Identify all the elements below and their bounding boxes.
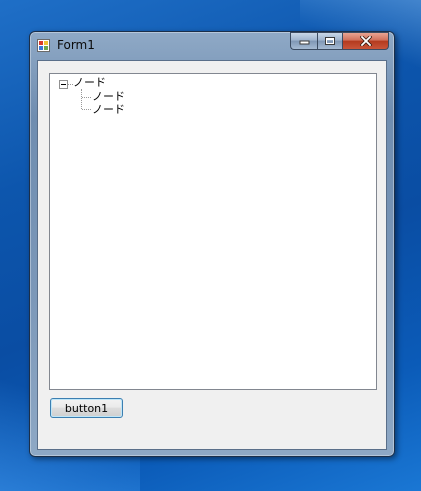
caption-buttons (290, 32, 389, 50)
collapse-toggle-icon[interactable] (59, 80, 68, 89)
close-icon (359, 36, 372, 46)
tree-connector-line (82, 109, 91, 111)
tree-node-child[interactable]: ノード (92, 90, 125, 104)
maximize-button[interactable] (317, 32, 343, 50)
minimize-icon (299, 40, 309, 45)
title-bar[interactable]: Form1 (30, 32, 394, 59)
app-icon[interactable] (37, 39, 50, 52)
close-button[interactable] (343, 32, 389, 50)
maximize-icon (325, 37, 335, 45)
minimize-button[interactable] (290, 32, 317, 50)
window-title: Form1 (57, 38, 95, 52)
form1-window: Form1 ノード ノード ノード button1 (29, 31, 395, 457)
button1[interactable]: button1 (50, 398, 123, 418)
tree-node-child[interactable]: ノード (92, 103, 125, 117)
tree-connector-line (82, 97, 91, 99)
tree-connector-line (81, 89, 83, 109)
tree-node-root[interactable]: ノード (73, 76, 106, 90)
tree-view[interactable]: ノード ノード ノード (49, 73, 377, 390)
client-area: ノード ノード ノード button1 (37, 60, 387, 450)
